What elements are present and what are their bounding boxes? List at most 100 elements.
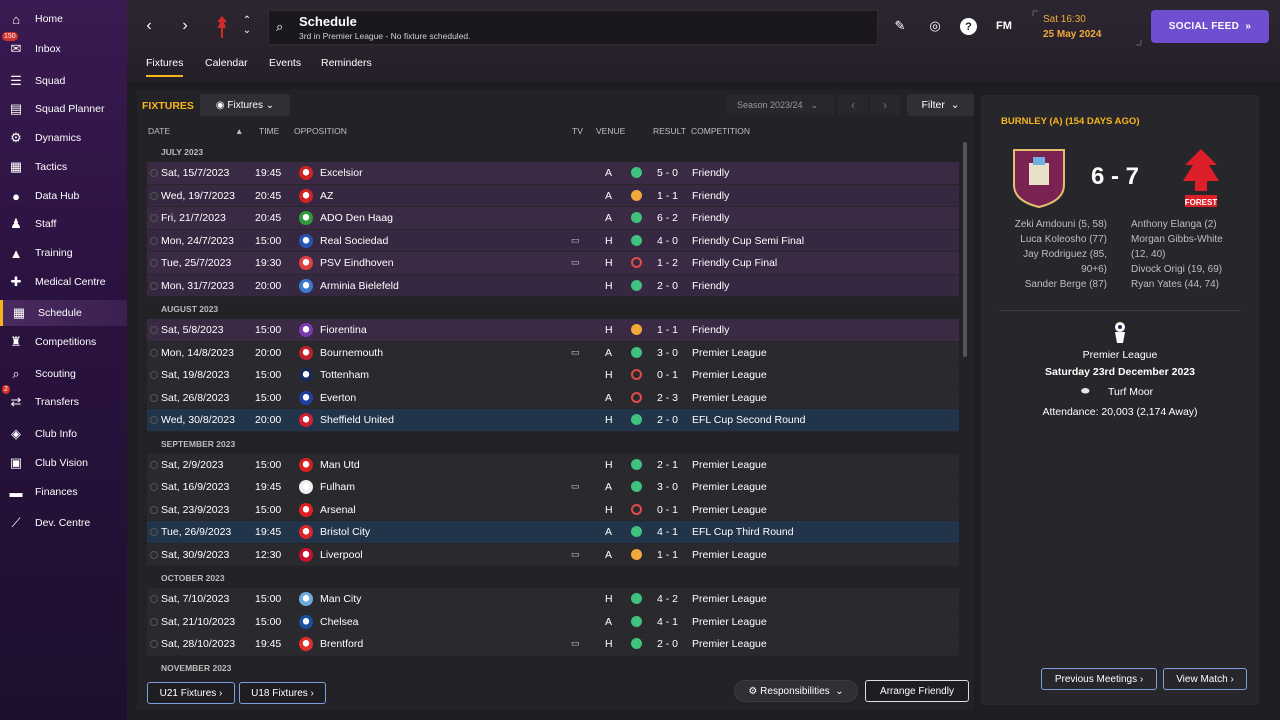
row-select-icon[interactable] xyxy=(150,550,158,559)
table-row[interactable]: Sat, 23/9/2023 15:00 Arsenal H 0 - 1 Premier … xyxy=(147,498,959,521)
fixture-competition[interactable]: Premier League xyxy=(692,392,767,404)
scrollbar[interactable] xyxy=(963,142,967,357)
fixture-score[interactable]: 4 - 1 xyxy=(657,616,678,628)
fixture-opposition[interactable]: ADO Den Haag xyxy=(320,212,393,224)
table-row[interactable]: Sat, 26/8/2023 15:00 Everton A 2 - 3 Premier … xyxy=(147,386,959,409)
col-result[interactable]: RESULT xyxy=(653,126,686,136)
arrange-friendly-button[interactable]: Arrange Friendly xyxy=(865,680,969,702)
fixture-score[interactable]: 2 - 3 xyxy=(657,392,678,404)
fixture-competition[interactable]: Friendly xyxy=(692,280,729,292)
row-select-icon[interactable] xyxy=(150,259,158,267)
table-row[interactable]: Sat, 2/9/2023 15:00 Man Utd H 2 - 1 Premier L… xyxy=(147,453,959,476)
table-row[interactable]: Tue, 26/9/2023 19:45 Bristol City A 4 - 1 EFL… xyxy=(147,521,959,544)
fixture-score[interactable]: 2 - 0 xyxy=(657,280,678,292)
scorer-line[interactable]: Morgan Gibbs-White xyxy=(1131,232,1251,247)
row-select-icon[interactable] xyxy=(150,236,158,245)
prev-season-button[interactable]: ‹ xyxy=(838,95,868,115)
fixture-opposition[interactable]: Fulham xyxy=(320,481,355,493)
scorer-line[interactable]: Sander Berge (87) xyxy=(987,277,1107,292)
table-row[interactable]: Wed, 19/7/2023 20:45 AZ A 1 - 1 Friendly xyxy=(147,184,959,207)
fixture-score[interactable]: 0 - 1 xyxy=(657,369,678,381)
scorer-line[interactable]: Zeki Amdouni (5, 58) xyxy=(987,217,1107,232)
fixture-opposition[interactable]: Liverpool xyxy=(320,549,363,561)
responsibilities-button[interactable]: ⚙ Responsibilities ⌄ xyxy=(734,680,858,702)
fixture-score[interactable]: 4 - 0 xyxy=(657,235,678,247)
fixture-score[interactable]: 3 - 0 xyxy=(657,347,678,359)
fixture-competition[interactable]: Friendly xyxy=(692,167,729,179)
table-row[interactable]: Sat, 7/10/2023 15:00 Man City H 4 - 2 Premier… xyxy=(147,588,959,611)
scorer-line[interactable]: Ryan Yates (44, 74) xyxy=(1131,277,1251,292)
col-tv[interactable]: TV xyxy=(572,126,583,136)
fixture-competition[interactable]: Friendly Cup Semi Final xyxy=(692,235,804,247)
fixture-opposition[interactable]: Bournemouth xyxy=(320,347,383,359)
sidebar-item-scouting[interactable]: ⌕ Scouting xyxy=(0,361,127,387)
row-select-icon[interactable] xyxy=(150,416,158,424)
table-row[interactable]: Sat, 16/9/2023 19:45 Fulham ▭ A 3 - 0 Premier … xyxy=(147,476,959,499)
row-select-icon[interactable] xyxy=(150,505,158,514)
sidebar-item-squad-planner[interactable]: ▤ Squad Planner xyxy=(0,96,127,122)
row-select-icon[interactable] xyxy=(150,371,158,379)
col-opposition[interactable]: OPPOSITION xyxy=(294,126,347,136)
fixture-competition[interactable]: Friendly xyxy=(692,324,729,336)
fixture-opposition[interactable]: Everton xyxy=(320,392,356,404)
row-select-icon[interactable] xyxy=(150,595,158,603)
table-row[interactable]: Mon, 14/8/2023 20:00 Bournemouth ▭ A 3 - 0 Pre… xyxy=(147,341,959,364)
table-row[interactable]: Sat, 30/9/2023 12:30 Liverpool ▭ A 1 - 1 Premi… xyxy=(147,543,959,566)
sidebar-item-transfers[interactable]: ⇄ 2 Transfers xyxy=(0,385,127,415)
col-venue[interactable]: VENUE xyxy=(596,126,625,136)
u21-fixtures-button[interactable]: U21 Fixtures › xyxy=(147,682,235,704)
fixture-opposition[interactable]: Tottenham xyxy=(320,369,369,381)
table-row[interactable]: Sat, 15/7/2023 19:45 Excelsior A 5 - 0 Friend… xyxy=(147,162,959,185)
previous-meetings-button[interactable]: Previous Meetings › xyxy=(1041,668,1157,690)
fixture-competition[interactable]: Friendly xyxy=(692,212,729,224)
row-select-icon[interactable] xyxy=(150,640,158,648)
row-select-icon[interactable] xyxy=(150,393,158,402)
help-icon[interactable]: ? xyxy=(960,18,977,35)
col-date[interactable]: DATE xyxy=(148,126,170,136)
fixture-score[interactable]: 5 - 0 xyxy=(657,167,678,179)
fixture-opposition[interactable]: Sheffield United xyxy=(320,414,394,426)
fixture-competition[interactable]: EFL Cup Third Round xyxy=(692,526,794,538)
table-row[interactable]: Sat, 5/8/2023 15:00 Fiorentina H 1 - 1 Friend… xyxy=(147,319,959,342)
date-display[interactable]: Sat 16:30 25 May 2024 xyxy=(1032,10,1142,46)
table-row[interactable]: Wed, 30/8/2023 20:00 Sheffield United H 2 - … xyxy=(147,409,959,432)
col-competition[interactable]: COMPETITION xyxy=(691,126,750,136)
club-crest-icon[interactable] xyxy=(215,14,229,40)
fixture-score[interactable]: 6 - 2 xyxy=(657,212,678,224)
u18-fixtures-button[interactable]: U18 Fixtures › xyxy=(239,682,326,704)
row-select-icon[interactable] xyxy=(150,169,158,177)
table-row[interactable]: Fri, 21/7/2023 20:45 ADO Den Haag A 6 - 2 Fri… xyxy=(147,207,959,230)
fixture-opposition[interactable]: Chelsea xyxy=(320,616,359,628)
fixture-competition[interactable]: Premier League xyxy=(692,369,767,381)
col-time[interactable]: TIME xyxy=(259,126,279,136)
fixture-competition[interactable]: Premier League xyxy=(692,549,767,561)
row-select-icon[interactable] xyxy=(150,348,158,357)
fixture-opposition[interactable]: Excelsior xyxy=(320,167,363,179)
view-match-button[interactable]: View Match › xyxy=(1163,668,1247,690)
sidebar-item-medical-centre[interactable]: ✚ Medical Centre xyxy=(0,269,127,295)
table-row[interactable]: Sat, 19/8/2023 15:00 Tottenham H 0 - 1 Premie… xyxy=(147,364,959,387)
table-row[interactable]: Sat, 21/10/2023 15:00 Chelsea A 4 - 1 Premier… xyxy=(147,610,959,633)
scorer-line[interactable]: 90+6) xyxy=(987,262,1107,277)
sidebar-item-tactics[interactable]: ▦ Tactics xyxy=(0,154,127,180)
table-row[interactable]: Mon, 31/7/2023 20:00 Arminia Bielefeld H 2 -… xyxy=(147,274,959,297)
scorer-line[interactable]: Luca Koleosho (77) xyxy=(987,232,1107,247)
table-row[interactable]: Mon, 24/7/2023 15:00 Real Sociedad ▭ H 4 - 0 F… xyxy=(147,229,959,252)
fixture-score[interactable]: 4 - 1 xyxy=(657,526,678,538)
row-select-icon[interactable] xyxy=(150,617,158,626)
fixture-score[interactable]: 1 - 1 xyxy=(657,324,678,336)
table-row[interactable]: Sat, 28/10/2023 19:45 Brentford ▭ H 2 - 0 Prem… xyxy=(147,633,959,656)
table-row[interactable]: Tue, 25/7/2023 19:30 PSV Eindhoven ▭ H 1 - 2 F… xyxy=(147,252,959,275)
fixture-score[interactable]: 3 - 0 xyxy=(657,481,678,493)
season-dropdown[interactable]: Season 2023/24 ⌄ xyxy=(727,95,835,115)
sidebar-item-inbox[interactable]: ✉ 150 Inbox xyxy=(0,32,127,62)
fixture-competition[interactable]: Friendly Cup Final xyxy=(692,257,777,269)
next-season-button[interactable]: › xyxy=(870,95,900,115)
fixture-competition[interactable]: Premier League xyxy=(692,459,767,471)
view-dropdown[interactable]: ◉ Fixtures ⌄ xyxy=(200,94,290,116)
scorer-line[interactable]: Divock Origi (19, 69) xyxy=(1131,262,1251,277)
tab-calendar[interactable]: Calendar xyxy=(205,57,248,75)
sidebar-item-staff[interactable]: ♟ Staff xyxy=(0,211,127,237)
fm-icon[interactable]: FM xyxy=(994,16,1014,36)
sidebar-item-schedule[interactable]: ▦ Schedule xyxy=(0,300,127,326)
